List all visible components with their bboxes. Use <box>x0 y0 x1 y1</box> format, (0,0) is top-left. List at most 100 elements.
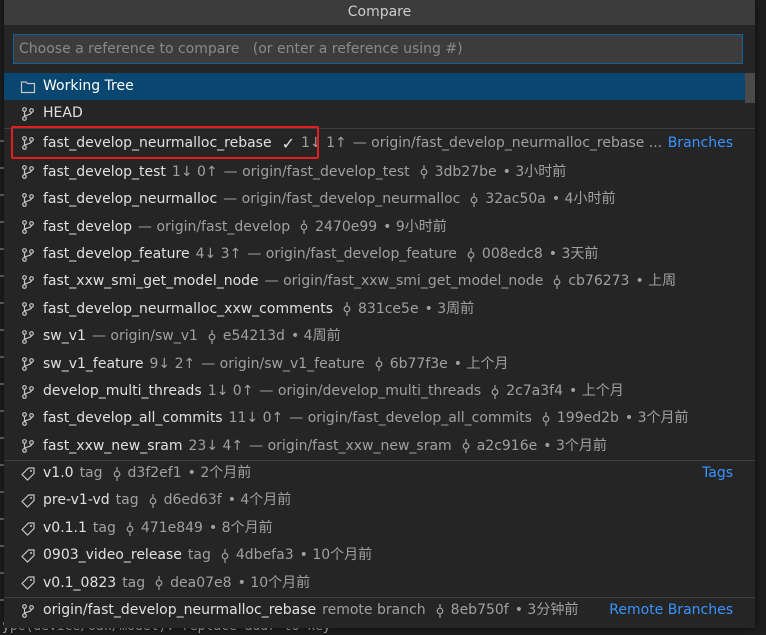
item-label: HEAD <box>43 105 83 122</box>
commit-time: • 3个月前 <box>543 437 607 454</box>
item-description: 9↓ 2↑ — origin/sw_v1_feature 6b77f3e • 上个月 <box>149 351 514 378</box>
commit-sha: cb76273 <box>568 273 630 290</box>
commit-time: • 4个月前 <box>227 492 292 509</box>
branch-item[interactable]: fast_xxw_smi_get_model_node — origin/fast… <box>4 268 755 295</box>
commit-sha: a2c916e <box>476 437 538 454</box>
commit-sha: 008edc8 <box>481 245 543 262</box>
branch-item[interactable]: fast_develop_test 1↓ 0↑ — origin/fast_deve… <box>4 159 755 186</box>
branch-icon <box>19 163 37 181</box>
working-tree-item[interactable]: Working Tree <box>4 73 755 101</box>
item-label: v0.1.1 <box>43 519 87 536</box>
branch-icon <box>19 383 37 401</box>
item-description: tag dea07e8 • 10个月前 <box>122 570 316 597</box>
commit-sha: 3db27be <box>434 163 497 180</box>
reference-search-input[interactable] <box>14 35 742 63</box>
commit-time: • 上个月 <box>569 382 624 399</box>
branch-item[interactable]: fast_develop — origin/fast_develop 2470e99… <box>4 214 755 241</box>
head-item[interactable]: HEAD <box>4 100 755 127</box>
item-label: pre-v1-vd <box>43 492 110 509</box>
item-description: 1↓ 1↑ — origin/fast_develop_neurmalloc_re… <box>301 134 663 151</box>
branch-icon <box>19 355 37 373</box>
commit-icon <box>111 466 123 482</box>
commit-time: • 3分钟前 <box>514 602 579 619</box>
item-label: fast_develop <box>43 218 133 235</box>
item-description: — origin/fast_develop_neurmalloc 32ac50a •… <box>223 186 621 213</box>
item-label: sw_v1 <box>43 328 86 345</box>
tag-item[interactable]: v0.1.1 tag 471e849 • 8个月前 <box>4 515 755 542</box>
item-label: Working Tree <box>43 78 134 94</box>
compare-quick-pick: Compare Working Tree HEAD fast_develop_neu… <box>4 0 755 628</box>
commit-sha: 4dbefa3 <box>235 547 294 564</box>
commit-icon <box>124 521 136 537</box>
commit-sha: 32ac50a <box>485 191 546 208</box>
commit-sha: 6b77f3e <box>389 355 448 372</box>
tag-item[interactable]: v0.1_0823 tag dea07e8 • 10个月前 <box>4 570 755 597</box>
branch-item[interactable]: sw_v1_feature 9↓ 2↑ — origin/sw_v1_feature… <box>4 351 755 378</box>
commit-time: • 8个月前 <box>208 519 273 536</box>
commit-sha: dea07e8 <box>170 574 232 591</box>
commit-sha: 2470e99 <box>315 218 378 235</box>
item-description: 4↓ 3↑ — origin/fast_develop_feature 008edc… <box>196 241 605 268</box>
branch-item[interactable]: sw_v1— origin/sw_v1 e54213d • 4周前 <box>4 323 755 350</box>
commit-icon <box>373 356 385 372</box>
tag-item[interactable]: pre-v1-vd tag d6ed63f • 4个月前 <box>4 487 755 514</box>
branch-item[interactable]: fast_develop_feature 4↓ 3↑ — origin/fast_d… <box>4 241 755 268</box>
annotation-highlight-box <box>11 126 319 159</box>
branch-icon <box>19 246 37 264</box>
tag-icon <box>19 547 37 565</box>
item-label: fast_xxw_smi_get_model_node <box>43 273 259 290</box>
commit-icon <box>206 329 218 345</box>
section-label: Remote Branches <box>609 602 733 619</box>
commit-icon <box>465 247 477 263</box>
item-label: develop_multi_threads <box>43 382 202 399</box>
branch-item[interactable]: fast_develop_neurmalloc — origin/fast_dev… <box>4 186 755 213</box>
item-description: 1↓ 0↑ — origin/develop_multi_threads 2c7a3… <box>208 378 630 405</box>
item-label: v1.0 <box>43 465 74 482</box>
commit-sha: d6ed63f <box>163 492 222 509</box>
tag-icon <box>19 465 37 483</box>
item-label: fast_develop_neurmalloc <box>43 191 218 208</box>
branch-item[interactable]: fast_develop_neurmalloc_xxw_comments 831c… <box>4 296 755 323</box>
commit-icon <box>468 192 480 208</box>
item-description: tag d6ed63f • 4个月前 <box>116 487 298 514</box>
commit-sha: d3f2ef1 <box>127 465 182 482</box>
item-label: 0903_video_release <box>43 547 182 564</box>
branch-item[interactable]: develop_multi_threads 1↓ 0↑ — origin/devel… <box>4 378 755 405</box>
commit-time: • 10个月前 <box>237 574 311 591</box>
commit-time: • 3小时前 <box>502 163 567 180</box>
tag-icon <box>19 574 37 592</box>
tag-icon <box>19 492 37 510</box>
tag-icon <box>19 520 37 538</box>
branch-item[interactable]: fast_xxw_new_sram 23↓ 4↑ — origin/fast_xxw… <box>4 433 755 460</box>
commit-time: • 3周前 <box>424 300 475 317</box>
commit-icon <box>147 493 159 509</box>
branch-item[interactable]: fast_develop_all_commits 11↓ 0↑ — origin/f… <box>4 405 755 432</box>
list-scrollbar[interactable] <box>745 73 755 613</box>
branch-icon <box>19 602 37 620</box>
section-separator <box>4 597 755 598</box>
tag-item[interactable]: v1.0 tag d3f2ef1 • 2个月前 Tags <box>4 460 755 487</box>
commit-time: • 4周前 <box>290 328 341 345</box>
item-label: v0.1_0823 <box>43 574 117 591</box>
item-label: sw_v1_feature <box>43 355 144 372</box>
commit-time: • 2个月前 <box>187 465 252 482</box>
folder-icon <box>19 78 37 96</box>
item-description: 11↓ 0↑ — origin/fast_develop_all_commits 1… <box>229 405 695 432</box>
item-description: tag 471e849 • 8个月前 <box>93 515 279 542</box>
remote-branch-item[interactable]: origin/fast_develop_neurmalloc_rebase rem… <box>4 597 755 624</box>
branch-icon <box>19 437 37 455</box>
section-separator <box>4 460 755 461</box>
commit-icon <box>298 219 310 235</box>
item-label: fast_xxw_new_sram <box>43 437 183 454</box>
reference-search-field[interactable] <box>13 34 743 64</box>
commit-sha: e54213d <box>222 328 285 345</box>
tag-item[interactable]: 0903_video_release tag 4dbefa3 • 10个月前 <box>4 542 755 569</box>
commit-icon <box>434 603 446 619</box>
item-label: fast_develop_all_commits <box>43 410 223 427</box>
branch-icon <box>19 328 37 346</box>
scrollbar-thumb[interactable] <box>745 73 755 103</box>
branch-icon <box>19 300 37 318</box>
item-label: origin/fast_develop_neurmalloc_rebase <box>43 602 317 619</box>
commit-time: • 9小时前 <box>383 218 447 235</box>
item-label: fast_develop_neurmalloc_xxw_comments <box>43 300 333 317</box>
